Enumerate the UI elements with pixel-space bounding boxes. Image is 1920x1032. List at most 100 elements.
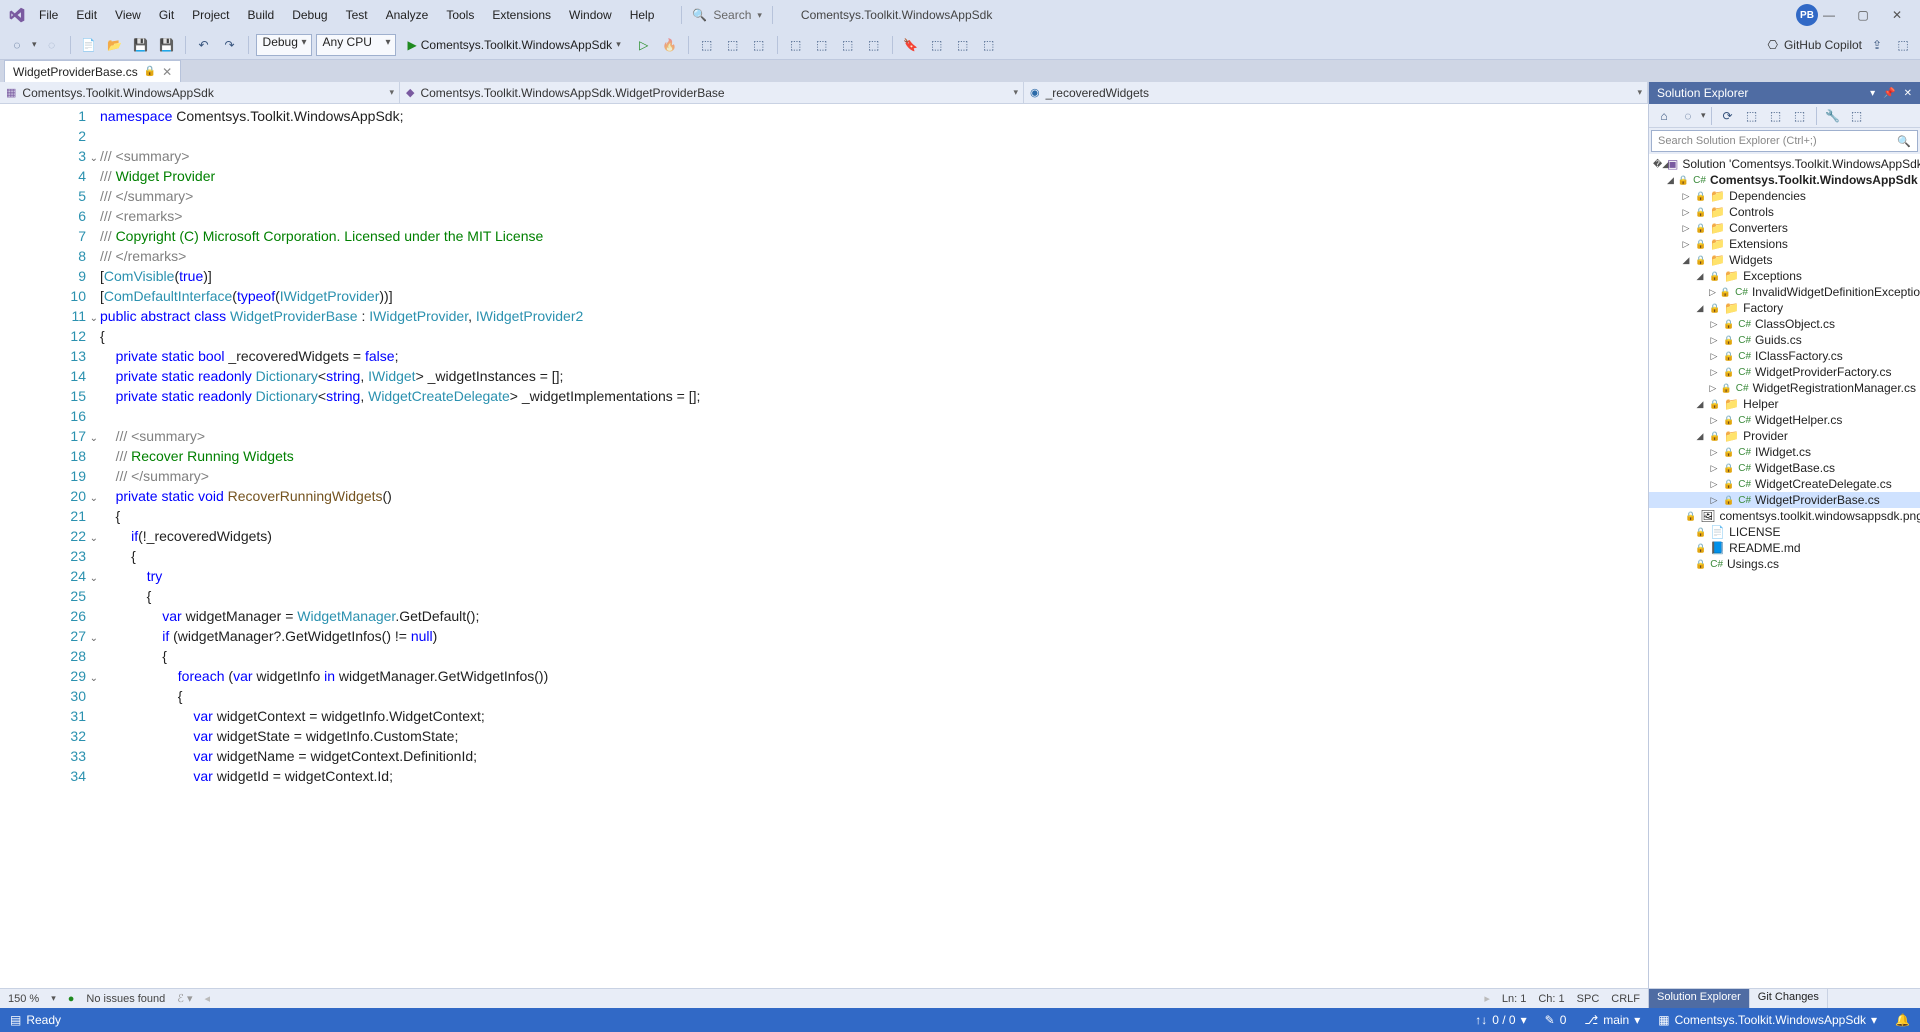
tab-solution-explorer[interactable]: Solution Explorer bbox=[1649, 989, 1750, 1008]
menu-extensions[interactable]: Extensions bbox=[483, 4, 560, 26]
tab-widgetproviderbase[interactable]: WidgetProviderBase.cs 🔒 ✕ bbox=[4, 60, 181, 82]
context-member[interactable]: ◉ _recoveredWidgets bbox=[1024, 82, 1648, 103]
forward-button[interactable]: ◌ bbox=[41, 34, 63, 56]
tool-b-icon[interactable]: ⬚ bbox=[811, 34, 833, 56]
context-project[interactable]: ▦ Comentsys.Toolkit.WindowsAppSdk bbox=[0, 82, 400, 103]
tree-node[interactable]: ▷🔒📁Dependencies bbox=[1649, 188, 1920, 204]
tree-node[interactable]: ▷🔒C#WidgetProviderFactory.cs bbox=[1649, 364, 1920, 380]
menu-project[interactable]: Project bbox=[183, 4, 238, 26]
fold-icon[interactable]: ⌄ bbox=[90, 529, 98, 549]
save-icon[interactable]: 💾 bbox=[130, 34, 152, 56]
tree-node[interactable]: ◢🔒📁Widgets bbox=[1649, 252, 1920, 268]
menu-build[interactable]: Build bbox=[239, 4, 284, 26]
tool-g-icon[interactable]: ⬚ bbox=[978, 34, 1000, 56]
settings-top-icon[interactable]: ⬚ bbox=[1892, 34, 1914, 56]
zoom-label[interactable]: 150 % bbox=[8, 993, 39, 1005]
undo-icon[interactable]: ↶ bbox=[193, 34, 215, 56]
run-button[interactable]: ▶ Comentsys.Toolkit.WindowsAppSdk ▾ bbox=[400, 34, 629, 56]
tree-node[interactable]: ▷🔒C#ClassObject.cs bbox=[1649, 316, 1920, 332]
tree-node[interactable]: ▷🔒📁Controls bbox=[1649, 204, 1920, 220]
fold-icon[interactable]: ⌄ bbox=[90, 489, 98, 509]
play-noDebug-icon[interactable]: ▷ bbox=[633, 34, 655, 56]
col-label[interactable]: Ch: 1 bbox=[1538, 993, 1564, 1005]
step-over-icon[interactable]: ⬚ bbox=[722, 34, 744, 56]
tree-node[interactable]: ▷🔒C#WidgetProviderBase.cs bbox=[1649, 492, 1920, 508]
context-class[interactable]: ◆ Comentsys.Toolkit.WindowsAppSdk.Widget… bbox=[400, 82, 1024, 103]
line-label[interactable]: Ln: 1 bbox=[1502, 993, 1526, 1005]
tab-git-changes[interactable]: Git Changes bbox=[1750, 989, 1828, 1008]
tree-node[interactable]: 🔒📘README.md bbox=[1649, 540, 1920, 556]
menu-tools[interactable]: Tools bbox=[437, 4, 483, 26]
status-ins[interactable]: ✎ 0 bbox=[1545, 1013, 1567, 1027]
panel-close-icon[interactable]: ✕ bbox=[1904, 88, 1912, 99]
tree-node[interactable]: ◢🔒📁Provider bbox=[1649, 428, 1920, 444]
se-preview-icon[interactable]: ⬚ bbox=[1846, 105, 1868, 127]
tool-e-icon[interactable]: ⬚ bbox=[926, 34, 948, 56]
bookmark-icon[interactable]: 🔖 bbox=[900, 34, 922, 56]
menu-analyze[interactable]: Analyze bbox=[377, 4, 438, 26]
menu-file[interactable]: File bbox=[30, 4, 67, 26]
back-button[interactable]: ◌ bbox=[6, 34, 28, 56]
se-sync-icon[interactable]: ⟳ bbox=[1717, 105, 1739, 127]
menu-help[interactable]: Help bbox=[621, 4, 664, 26]
tree-node[interactable]: 🔒🖼comentsys.toolkit.windowsappsdk.png bbox=[1649, 508, 1920, 524]
tree-node[interactable]: 🔒C#Usings.cs bbox=[1649, 556, 1920, 572]
menu-window[interactable]: Window bbox=[560, 4, 621, 26]
minimize-button[interactable]: — bbox=[1820, 8, 1838, 22]
step-out-icon[interactable]: ⬚ bbox=[748, 34, 770, 56]
se-refresh-icon[interactable]: ⬚ bbox=[1765, 105, 1787, 127]
copilot-button[interactable]: ⎔ GitHub Copilot bbox=[1767, 38, 1862, 52]
tree-node[interactable]: ▷🔒C#Guids.cs bbox=[1649, 332, 1920, 348]
tool-f-icon[interactable]: ⬚ bbox=[952, 34, 974, 56]
open-icon[interactable]: 📂 bbox=[104, 34, 126, 56]
tab-close-icon[interactable]: ✕ bbox=[162, 65, 172, 79]
se-collapse-icon[interactable]: ◌ bbox=[1677, 105, 1699, 127]
solution-tree[interactable]: �◢▣Solution 'Comentsys.Toolkit.WindowsAp… bbox=[1649, 154, 1920, 988]
save-all-icon[interactable]: 💾 bbox=[156, 34, 178, 56]
fold-icon[interactable]: ⌄ bbox=[90, 429, 98, 449]
tree-node[interactable]: 🔒📄LICENSE bbox=[1649, 524, 1920, 540]
tree-node[interactable]: ▷🔒C#IWidget.cs bbox=[1649, 444, 1920, 460]
fold-icon[interactable]: ⌄ bbox=[90, 669, 98, 689]
new-project-icon[interactable]: 📄 bbox=[78, 34, 100, 56]
menu-git[interactable]: Git bbox=[150, 4, 183, 26]
tool-c-icon[interactable]: ⬚ bbox=[837, 34, 859, 56]
tree-node[interactable]: ◢🔒C#Comentsys.Toolkit.WindowsAppSdk bbox=[1649, 172, 1920, 188]
tree-node[interactable]: ▷🔒C#InvalidWidgetDefinitionException.cs bbox=[1649, 284, 1920, 300]
tree-node[interactable]: ◢🔒📁Factory bbox=[1649, 300, 1920, 316]
tool-d-icon[interactable]: ⬚ bbox=[863, 34, 885, 56]
platform-select[interactable]: Any CPU bbox=[316, 34, 396, 56]
tool-a-icon[interactable]: ⬚ bbox=[785, 34, 807, 56]
menu-test[interactable]: Test bbox=[337, 4, 377, 26]
solution-search[interactable]: Search Solution Explorer (Ctrl+;) 🔍 bbox=[1651, 130, 1918, 152]
tree-node[interactable]: ▷🔒C#WidgetCreateDelegate.cs bbox=[1649, 476, 1920, 492]
se-showall-icon[interactable]: ⬚ bbox=[1741, 105, 1763, 127]
panel-pin-icon[interactable]: 📌 bbox=[1883, 88, 1895, 99]
close-button[interactable]: ✕ bbox=[1888, 8, 1906, 22]
tree-node[interactable]: ◢🔒📁Exceptions bbox=[1649, 268, 1920, 284]
tree-node[interactable]: ▷🔒C#WidgetBase.cs bbox=[1649, 460, 1920, 476]
code-editor[interactable]: 123⌄4567891011⌄121314151617⌄181920⌄2122⌄… bbox=[0, 104, 1648, 988]
tree-node[interactable]: ▷🔒C#WidgetRegistrationManager.cs bbox=[1649, 380, 1920, 396]
tree-node[interactable]: ▷🔒C#WidgetHelper.cs bbox=[1649, 412, 1920, 428]
tree-node[interactable]: ▷🔒C#IClassFactory.cs bbox=[1649, 348, 1920, 364]
status-branch[interactable]: ⎇ main ▾ bbox=[1584, 1013, 1640, 1027]
tree-node[interactable]: ▷🔒📁Converters bbox=[1649, 220, 1920, 236]
notifications-icon[interactable]: 🔔 bbox=[1895, 1013, 1910, 1027]
fold-icon[interactable]: ⌄ bbox=[90, 149, 98, 169]
step-icon[interactable]: ⬚ bbox=[696, 34, 718, 56]
hot-reload-icon[interactable]: 🔥 bbox=[659, 34, 681, 56]
redo-icon[interactable]: ↷ bbox=[219, 34, 241, 56]
tree-node[interactable]: ▷🔒📁Extensions bbox=[1649, 236, 1920, 252]
fold-icon[interactable]: ⌄ bbox=[90, 569, 98, 589]
search-box[interactable]: 🔍 Search ▾ bbox=[681, 6, 773, 24]
share-icon[interactable]: ⇪ bbox=[1866, 34, 1888, 56]
status-repo[interactable]: ▦ Comentsys.Toolkit.WindowsAppSdk ▾ bbox=[1658, 1013, 1877, 1027]
indent-label[interactable]: SPC bbox=[1577, 993, 1600, 1005]
brush-icon[interactable]: ℰ ▾ bbox=[177, 992, 192, 1005]
issues-label[interactable]: No issues found bbox=[86, 993, 165, 1005]
se-home-icon[interactable]: ⌂ bbox=[1653, 105, 1675, 127]
fold-icon[interactable]: ⌄ bbox=[90, 309, 98, 329]
tree-node[interactable]: �◢▣Solution 'Comentsys.Toolkit.WindowsAp… bbox=[1649, 156, 1920, 172]
config-select[interactable]: Debug bbox=[256, 34, 312, 56]
